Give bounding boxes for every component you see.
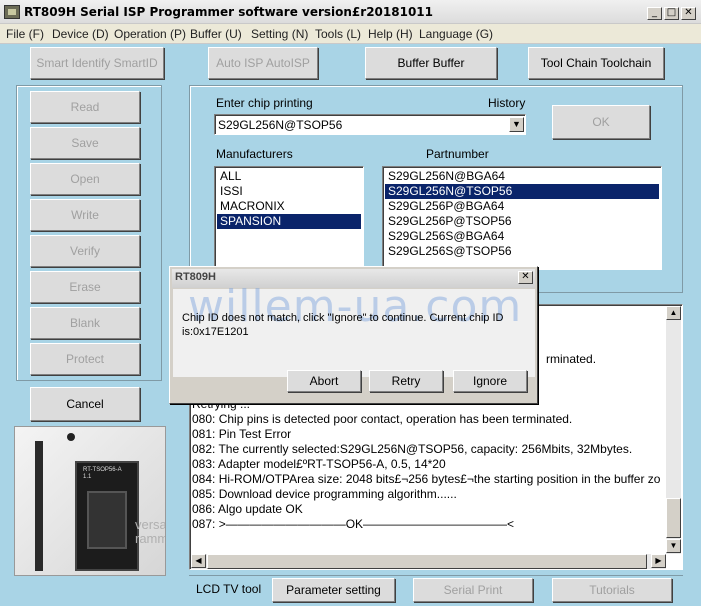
chip-search-combobox[interactable]: S29GL256N@TSOP56 ▼: [214, 114, 526, 135]
scroll-right-icon[interactable]: ▶: [651, 554, 666, 568]
auto-isp-button[interactable]: Auto ISP AutoISP: [208, 47, 318, 79]
retry-button[interactable]: Retry: [369, 370, 443, 392]
dialog-message-line1: Chip ID does not match, click "Ignore" t…: [182, 312, 504, 324]
menu-bar: File (F) Device (D) Operation (P) Buffer…: [0, 24, 701, 44]
window-title: RT809H Serial ISP Programmer software ve…: [24, 5, 433, 19]
buffer-button[interactable]: Buffer Buffer: [365, 47, 497, 79]
open-button[interactable]: Open: [30, 163, 140, 195]
log-line: 087: >——————————OK————————————<: [192, 517, 515, 531]
log-lines: Retrying ... 080: Chip pins is detected p…: [192, 397, 662, 532]
manufacturer-item[interactable]: ISSI: [217, 184, 361, 199]
menu-tools[interactable]: Tools (L): [315, 27, 361, 41]
ok-button[interactable]: OK: [552, 105, 650, 139]
device-pin-dot: [67, 433, 75, 441]
log-line: 082: The currently selected:S29GL256N@TS…: [192, 442, 633, 456]
partnumber-item[interactable]: S29GL256P@TSOP56: [385, 214, 659, 229]
device-post: [35, 441, 43, 571]
watermark: willem-ua.com: [188, 281, 523, 332]
minimize-button[interactable]: _: [647, 7, 662, 20]
tsop-adapter: RT-TSOP56-A 1.1: [75, 461, 139, 571]
write-button[interactable]: Write: [30, 199, 140, 231]
protect-button[interactable]: Protect: [30, 343, 140, 375]
menu-operation[interactable]: Operation (P): [114, 27, 186, 41]
manufacturers-list[interactable]: ALL ISSI MACRONIX SPANSION: [214, 166, 364, 270]
log-line: 084: Hi-ROM/OTPArea size: 2048 bits£¬256…: [192, 472, 661, 486]
dropdown-arrow-icon[interactable]: ▼: [509, 117, 524, 132]
maximize-button[interactable]: □: [664, 7, 679, 20]
log-vertical-scrollbar[interactable]: ▲ ▼: [666, 306, 681, 554]
partnumber-item[interactable]: S29GL256N@BGA64: [385, 169, 659, 184]
manufacturer-item[interactable]: ALL: [217, 169, 361, 184]
horizontal-scroll-thumb[interactable]: [207, 554, 647, 569]
close-button[interactable]: ✕: [681, 7, 696, 20]
lcd-tv-tool-label: LCD TV tool: [196, 582, 262, 596]
zif-socket: [87, 491, 127, 549]
scroll-up-icon[interactable]: ▲: [666, 306, 681, 320]
toolchain-button[interactable]: Tool Chain Toolchain: [528, 47, 664, 79]
parameter-setting-button[interactable]: Parameter setting: [272, 578, 395, 602]
partnumber-label: Partnumber: [426, 147, 489, 161]
partnumber-item[interactable]: S29GL256S@BGA64: [385, 229, 659, 244]
log-line: 086: Algo update OK: [192, 502, 303, 516]
partnumber-list[interactable]: S29GL256N@BGA64 S29GL256N@TSOP56 S29GL256P…: [382, 166, 662, 270]
brand-text-1: versa: [135, 517, 166, 532]
partnumber-item[interactable]: S29GL256S@TSOP56: [385, 244, 659, 259]
adapter-label-1: RT-TSOP56-A: [83, 467, 122, 473]
serial-print-button[interactable]: Serial Print: [413, 578, 533, 602]
ignore-button[interactable]: Ignore: [453, 370, 527, 392]
read-button[interactable]: Read: [30, 91, 140, 123]
log-line: 085: Download device programming algorit…: [192, 487, 457, 501]
scroll-down-icon[interactable]: ▼: [666, 539, 681, 553]
scroll-thumb[interactable]: [666, 498, 681, 538]
menu-language[interactable]: Language (G): [419, 27, 493, 41]
title-bar: RT809H Serial ISP Programmer software ve…: [0, 0, 701, 24]
cancel-button[interactable]: Cancel: [30, 387, 140, 421]
tutorials-button[interactable]: Tutorials: [552, 578, 672, 602]
log-line-partial: rminated.: [546, 352, 597, 366]
log-line: 083: Adapter model£ºRT-TSOP56-A, 0.5, 14…: [192, 457, 446, 471]
enter-chip-label: Enter chip printing: [216, 96, 313, 110]
menu-file[interactable]: File (F): [6, 27, 44, 41]
scroll-left-icon[interactable]: ◀: [191, 554, 206, 568]
verify-button[interactable]: Verify: [30, 235, 140, 267]
manufacturers-label: Manufacturers: [216, 147, 293, 161]
menu-buffer[interactable]: Buffer (U): [190, 27, 242, 41]
menu-device[interactable]: Device (D): [52, 27, 109, 41]
chip-search-value: S29GL256N@TSOP56: [218, 118, 343, 132]
log-line: 080: Chip pins is detected poor contact,…: [192, 412, 573, 426]
dialog-message-line2: is:0x17E1201: [182, 326, 249, 338]
manufacturer-item[interactable]: SPANSION: [217, 214, 361, 229]
brand-text-2: ramm: [135, 531, 166, 546]
partnumber-item[interactable]: S29GL256N@TSOP56: [385, 184, 659, 199]
programmer-device-image: RT-TSOP56-A 1.1 versa ramm: [14, 426, 166, 576]
save-button[interactable]: Save: [30, 127, 140, 159]
chip-id-dialog: RT809H ✕ willem-ua.com Chip ID does not …: [169, 266, 538, 404]
blank-button[interactable]: Blank: [30, 307, 140, 339]
erase-button[interactable]: Erase: [30, 271, 140, 303]
history-label: History: [488, 96, 526, 110]
adapter-label-2: 1.1: [83, 474, 92, 480]
menu-setting[interactable]: Setting (N): [251, 27, 308, 41]
menu-help[interactable]: Help (H): [368, 27, 413, 41]
abort-button[interactable]: Abort: [287, 370, 361, 392]
manufacturer-item[interactable]: MACRONIX: [217, 199, 361, 214]
partnumber-item[interactable]: S29GL256P@BGA64: [385, 199, 659, 214]
log-line: 081: Pin Test Error: [192, 427, 292, 441]
smart-identify-button[interactable]: Smart Identify SmartID: [30, 47, 164, 79]
app-icon: [4, 5, 20, 19]
log-horizontal-scrollbar[interactable]: ◀ ▶: [191, 554, 666, 569]
